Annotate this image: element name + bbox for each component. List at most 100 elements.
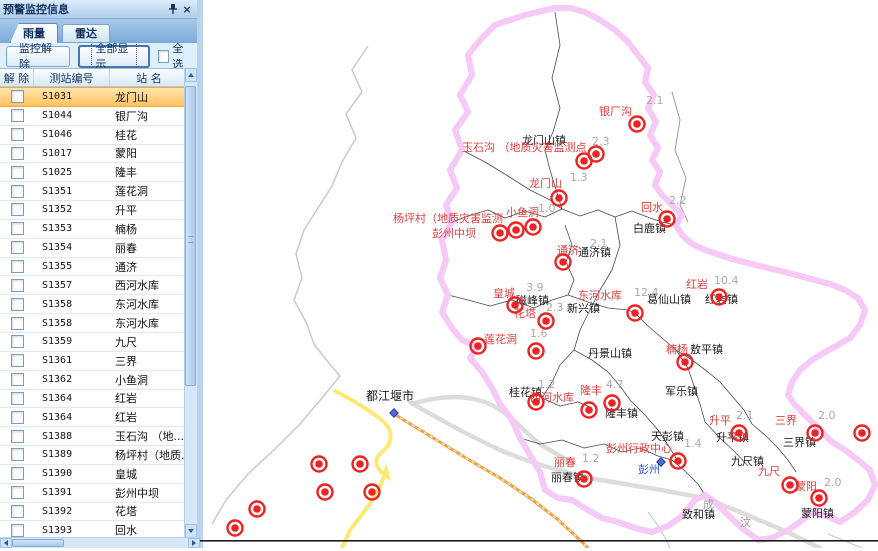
station-marker[interactable]: [582, 403, 597, 418]
tab-strip: 雨量 雷达: [0, 19, 197, 43]
table-row[interactable]: S1389杨坪村（地质...: [0, 446, 188, 465]
row-checkbox[interactable]: [11, 317, 24, 330]
col-release[interactable]: 解 除: [0, 69, 34, 86]
scroll-up-button[interactable]: [185, 68, 197, 82]
station-marker[interactable]: [526, 220, 541, 235]
station-marker[interactable]: [812, 491, 827, 506]
table-row[interactable]: S1025隆丰: [0, 163, 188, 182]
col-station-code[interactable]: 测站编号: [34, 69, 110, 86]
table-row[interactable]: S1393回水: [0, 521, 188, 538]
row-checkbox[interactable]: [11, 279, 24, 292]
scroll-right-button[interactable]: [188, 538, 200, 548]
panel-splitter[interactable]: [200, 0, 203, 548]
table-row[interactable]: S1358东河水库: [0, 314, 188, 333]
station-marker[interactable]: [529, 344, 544, 359]
table-row[interactable]: S1359九尺: [0, 333, 188, 352]
station-value: 4.7: [606, 378, 624, 391]
select-all-checkbox[interactable]: [158, 50, 169, 63]
table-row[interactable]: S1361三界: [0, 352, 188, 371]
station-marker[interactable]: [493, 226, 508, 241]
monitor-release-button[interactable]: 监控解除: [6, 46, 70, 67]
row-checkbox[interactable]: [11, 260, 24, 273]
table-row[interactable]: S1046桂花: [0, 126, 188, 145]
table-row[interactable]: S1358东河水库: [0, 295, 188, 314]
table-row[interactable]: S1388玉石沟 （地...: [0, 427, 188, 446]
station-marker[interactable]: [589, 147, 604, 162]
row-checkbox[interactable]: [11, 392, 24, 405]
table-row[interactable]: S1355通济: [0, 258, 188, 277]
row-checkbox[interactable]: [11, 486, 24, 499]
row-checkbox[interactable]: [11, 524, 24, 537]
station-marker[interactable]: [678, 355, 693, 370]
table-row[interactable]: S1390皇城: [0, 465, 188, 484]
table-row[interactable]: S1354丽春: [0, 239, 188, 258]
station-name: 三界: [110, 352, 188, 370]
row-checkbox[interactable]: [11, 467, 24, 480]
station-marker[interactable]: [630, 117, 645, 132]
station-marker[interactable]: [318, 485, 333, 500]
row-checkbox[interactable]: [11, 166, 24, 179]
row-checkbox[interactable]: [11, 203, 24, 216]
show-all-button[interactable]: 全部显示: [78, 45, 149, 68]
row-checkbox[interactable]: [11, 90, 24, 103]
station-marker[interactable]: [628, 306, 643, 321]
marker-dot: [585, 406, 593, 414]
map-canvas[interactable]: 龙门山镇白鹿镇通济镇磁峰镇新兴镇葛仙山镇红岩镇敖平镇丹景山镇军乐镇隆丰镇天彭镇升…: [200, 0, 878, 548]
row-checkbox[interactable]: [11, 505, 24, 518]
row-checkbox[interactable]: [11, 430, 24, 443]
station-code: S1355: [34, 258, 110, 276]
table-row[interactable]: S1392花塔: [0, 503, 188, 522]
table-row[interactable]: S1391彭州中坝: [0, 484, 188, 503]
vertical-scrollbar[interactable]: [184, 68, 197, 538]
row-checkbox[interactable]: [11, 354, 24, 367]
marker-dot: [858, 429, 866, 437]
tab-rainfall[interactable]: 雨量: [10, 23, 58, 43]
row-checkbox[interactable]: [11, 411, 24, 424]
row-checkbox[interactable]: [11, 448, 24, 461]
station-marker[interactable]: [855, 426, 870, 441]
pin-icon[interactable]: [166, 2, 180, 16]
station-marker[interactable]: [509, 223, 524, 238]
table-row[interactable]: S1362小鱼洞: [0, 371, 188, 390]
table-row[interactable]: S1351莲花洞: [0, 182, 188, 201]
row-checkbox[interactable]: [11, 298, 24, 311]
table-row[interactable]: S1017蒙阳: [0, 145, 188, 164]
station-marker[interactable]: [660, 212, 675, 227]
station-marker[interactable]: [250, 502, 265, 517]
station-name: 桂花: [110, 126, 188, 144]
row-checkbox[interactable]: [11, 373, 24, 386]
station-value: 10.4: [714, 274, 739, 287]
row-checkbox[interactable]: [11, 185, 24, 198]
col-station-name[interactable]: 站 名: [110, 69, 188, 86]
horizontal-scrollbar[interactable]: [0, 537, 200, 548]
table-row[interactable]: S1364红岩: [0, 408, 188, 427]
vertical-scroll-thumb[interactable]: [185, 86, 196, 386]
row-checkbox[interactable]: [11, 222, 24, 235]
station-marker[interactable]: [552, 191, 567, 206]
table-row[interactable]: S1044银厂沟: [0, 107, 188, 126]
row-checkbox[interactable]: [11, 335, 24, 348]
table-row[interactable]: S1353楠杨: [0, 220, 188, 239]
scroll-left-button[interactable]: [0, 538, 12, 548]
table-row[interactable]: S1364红岩: [0, 390, 188, 409]
horizontal-scroll-thumb[interactable]: [12, 539, 64, 547]
station-marker[interactable]: [228, 521, 243, 536]
row-checkbox[interactable]: [11, 128, 24, 141]
station-code: S1393: [34, 521, 110, 538]
marker-dot: [474, 342, 482, 350]
station-marker[interactable]: [353, 457, 368, 472]
row-checkbox[interactable]: [11, 147, 24, 160]
table-row[interactable]: S1352升平: [0, 201, 188, 220]
close-icon[interactable]: ×: [180, 2, 194, 16]
toolbar: 监控解除 全部显示 全选: [0, 43, 197, 70]
table-row[interactable]: S1031龙门山: [0, 87, 188, 107]
row-checkbox[interactable]: [11, 241, 24, 254]
marker-dot: [735, 429, 743, 437]
station-code: S1357: [34, 276, 110, 294]
table-row[interactable]: S1357西河水库: [0, 276, 188, 295]
tab-radar[interactable]: 雷达: [62, 24, 110, 43]
row-checkbox[interactable]: [11, 109, 24, 122]
station-marker[interactable]: [312, 457, 327, 472]
scroll-down-button[interactable]: [185, 524, 197, 538]
marker-dot: [512, 226, 520, 234]
